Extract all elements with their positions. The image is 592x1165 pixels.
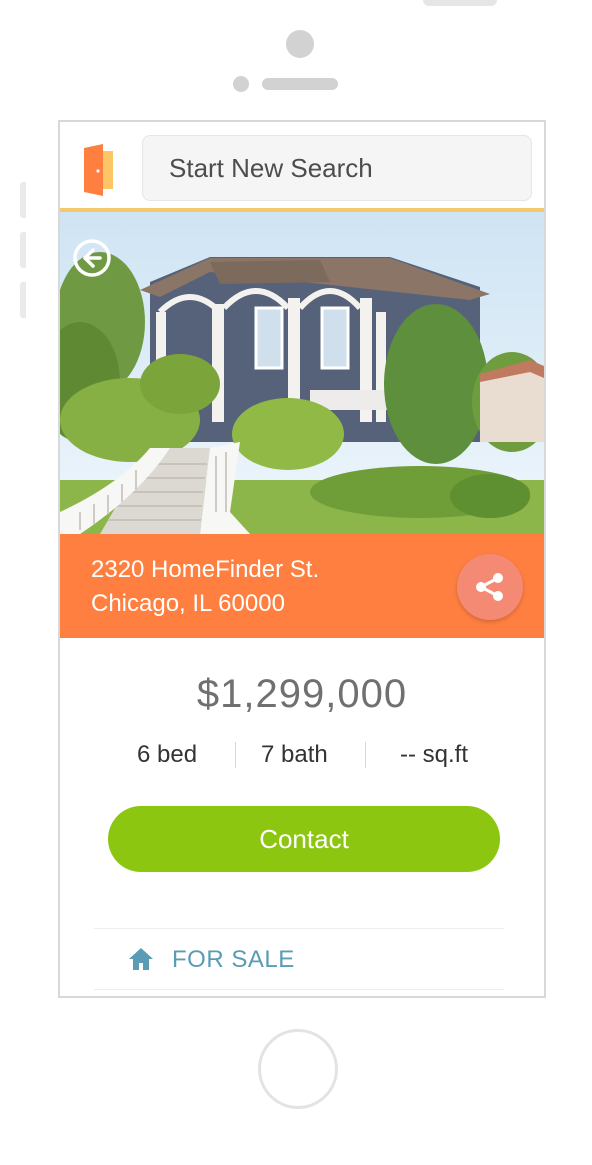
back-arrow-icon[interactable] [72,238,112,278]
app-header: Start New Search [60,122,544,212]
phone-volume-down [20,282,26,318]
contact-button[interactable]: Contact [108,806,500,872]
share-icon [476,573,503,601]
phone-camera [286,30,314,58]
phone-mockup: Start New Search 2320 HomeFinder St. Chi… [0,0,592,1165]
phone-screen: Start New Search 2320 HomeFinder St. Chi… [58,120,546,998]
phone-home-button[interactable] [258,1029,338,1109]
listing-stats: 6 bed 7 bath -- sq.ft [60,738,544,772]
listing-status: FOR SALE [172,946,295,973]
beds-count: 6 bed [137,741,198,768]
home-icon [129,948,153,970]
share-button[interactable] [457,554,523,620]
house-image [60,212,544,534]
stat-divider [365,742,366,768]
phone-mute-switch [20,182,26,218]
listing-price: $1,299,000 [196,672,408,716]
door-logo-icon[interactable] [84,144,114,196]
phone-top-button [423,0,497,6]
sqft-value: -- sq.ft [400,741,469,768]
stat-divider [235,742,236,768]
listing-status-row: FOR SALE [94,928,504,990]
address-city: Chicago, IL 60000 [91,590,285,617]
address-banner: 2320 HomeFinder St. Chicago, IL 60000 [60,534,544,638]
search-input[interactable]: Start New Search [142,135,532,201]
address-street: 2320 HomeFinder St. [91,556,320,583]
phone-speaker [262,78,338,90]
phone-sensor [233,76,249,92]
baths-count: 7 bath [261,741,328,768]
property-photo [60,212,544,534]
phone-volume-up [20,232,26,268]
search-placeholder: Start New Search [169,153,373,183]
